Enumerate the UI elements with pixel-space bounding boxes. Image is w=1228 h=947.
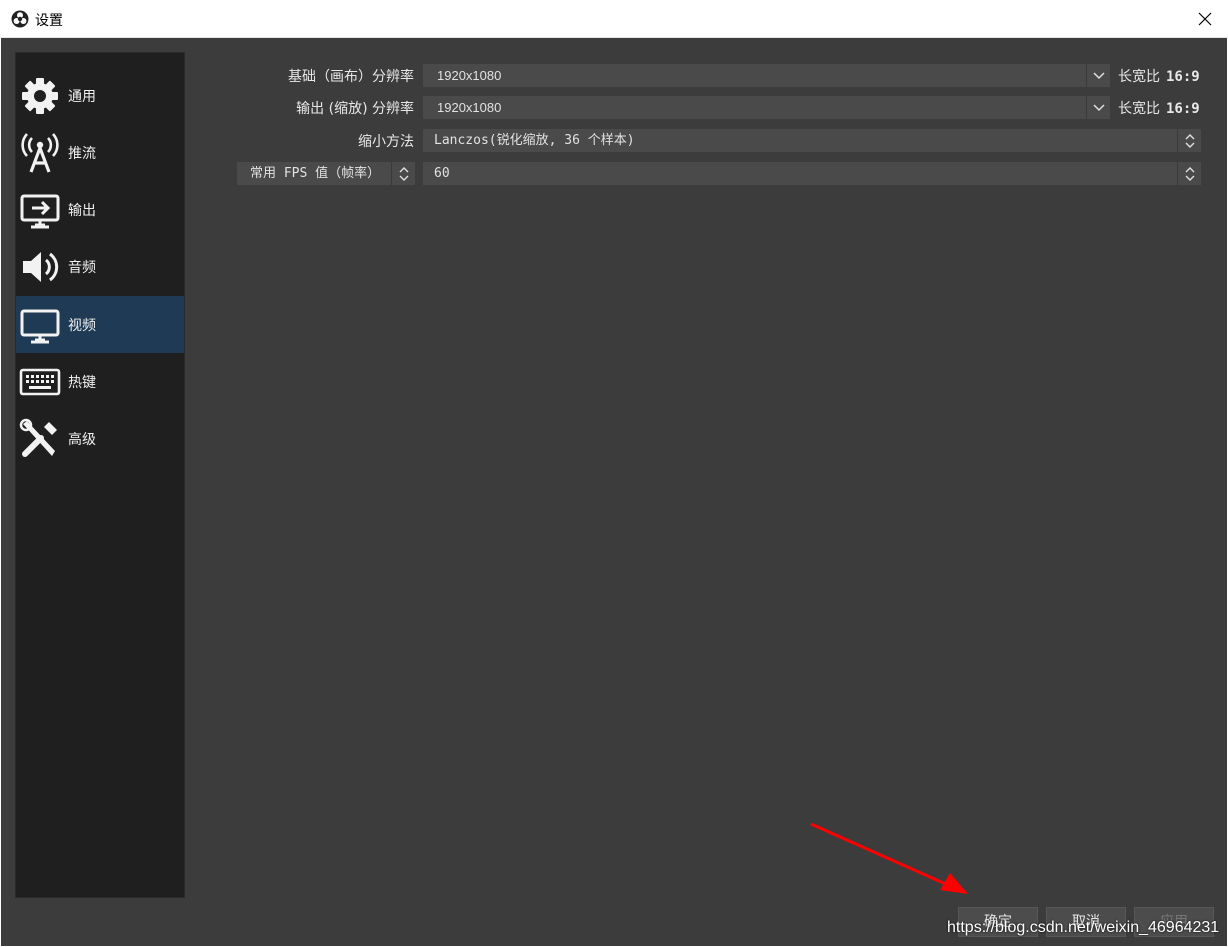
- chevron-down-icon[interactable]: [1086, 64, 1110, 87]
- aspect-label: 长宽比: [1118, 69, 1160, 85]
- base-resolution-value: 1920x1080: [437, 68, 502, 83]
- up-down-chevron-icon[interactable]: [1177, 129, 1201, 152]
- fps-type-label: 常用 FPS 值（帧率）: [250, 166, 381, 181]
- fps-value-combobox[interactable]: 60: [422, 161, 1202, 186]
- sidebar-item-label: 热键: [68, 374, 96, 391]
- downscale-filter-combobox[interactable]: Lanczos(锐化缩放, 36 个样本): [422, 128, 1202, 153]
- settings-sidebar: 通用 推流 输出 音频 视频 热键 高级: [15, 52, 185, 898]
- gear-icon: [19, 75, 61, 117]
- sidebar-item-label: 视频: [68, 317, 96, 334]
- sidebar-item-label: 通用: [68, 88, 96, 105]
- sidebar-item-label: 高级: [68, 431, 96, 448]
- aspect-label: 长宽比: [1118, 101, 1160, 117]
- base-resolution-label: 基础（画布）分辨率: [288, 69, 414, 85]
- sidebar-item-stream[interactable]: 推流: [16, 124, 184, 181]
- tools-icon: [19, 418, 61, 460]
- output-resolution-label: 输出 (缩放) 分辨率: [296, 101, 414, 117]
- keyboard-icon: [19, 361, 61, 403]
- sidebar-item-label: 输出: [68, 202, 96, 219]
- title-bar: 设置: [0, 0, 1228, 38]
- output-resolution-value: 1920x1080: [437, 100, 502, 115]
- downscale-filter-label: 缩小方法: [358, 134, 414, 150]
- sidebar-item-label: 推流: [68, 145, 96, 162]
- sidebar-item-label: 音频: [68, 259, 96, 276]
- window-title: 设置: [35, 13, 63, 29]
- sidebar-item-output[interactable]: 输出: [16, 181, 184, 238]
- aspect-value: 16:9: [1166, 101, 1200, 117]
- up-down-chevron-icon[interactable]: [391, 162, 415, 185]
- watermark-text: https://blog.csdn.net/weixin_46964231: [947, 919, 1220, 936]
- base-aspect-ratio: 长宽比 16:9: [1118, 66, 1200, 86]
- fps-type-select[interactable]: 常用 FPS 值（帧率）: [236, 161, 416, 186]
- up-down-chevron-icon[interactable]: [1177, 162, 1201, 185]
- monitor-arrow-icon: [19, 189, 61, 231]
- sidebar-item-video[interactable]: 视频: [16, 296, 184, 353]
- chevron-down-icon[interactable]: [1086, 96, 1110, 119]
- antenna-icon: [19, 132, 61, 174]
- base-resolution-combobox[interactable]: 1920x1080: [422, 63, 1111, 88]
- sidebar-item-hotkeys[interactable]: 热键: [16, 353, 184, 410]
- aspect-value: 16:9: [1166, 69, 1200, 85]
- close-icon: [1198, 12, 1212, 26]
- fps-value: 60: [434, 166, 450, 181]
- close-button[interactable]: [1182, 0, 1228, 38]
- settings-client-area: 通用 推流 输出 音频 视频 热键 高级 基础（画布）分辨率 1920x1080…: [1, 38, 1227, 946]
- obs-logo-icon: [11, 10, 29, 28]
- monitor-icon: [19, 304, 61, 346]
- output-aspect-ratio: 长宽比 16:9: [1118, 98, 1200, 118]
- downscale-filter-value: Lanczos(锐化缩放, 36 个样本): [434, 133, 635, 148]
- sidebar-item-advanced[interactable]: 高级: [16, 410, 184, 467]
- sidebar-item-audio[interactable]: 音频: [16, 238, 184, 295]
- speaker-icon: [19, 246, 61, 288]
- sidebar-item-general[interactable]: 通用: [16, 67, 184, 124]
- output-resolution-combobox[interactable]: 1920x1080: [422, 95, 1111, 120]
